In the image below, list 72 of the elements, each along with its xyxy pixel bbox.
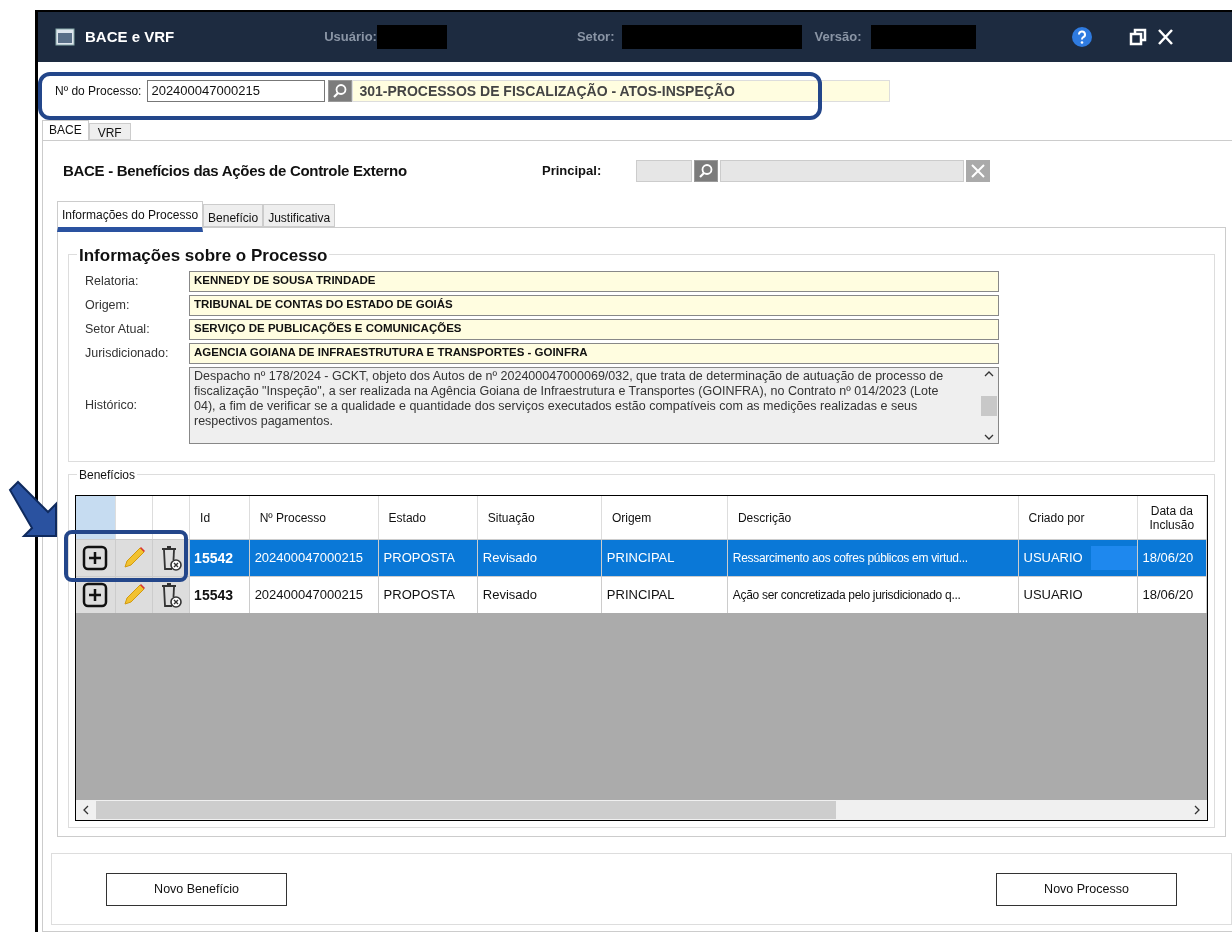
field-label: Origem:	[85, 296, 131, 314]
info-field: KENNEDY DE SOUSA TRINDADE	[189, 270, 999, 292]
table-row[interactable]: 15542 202400047000215 PROPOSTA Revisado PRINCIPAL Ressarcimento aos cofres públicos em virtud... USUARIO 18/06/20	[76, 539, 1207, 576]
table-cell-text: 202400047000215	[253, 586, 364, 605]
field-label: Jurisdicionado:	[85, 344, 170, 362]
process-number-label: Nº do Processo:	[55, 83, 142, 100]
close-icon[interactable]	[1157, 28, 1174, 46]
table-cell-text: PROPOSTA	[382, 549, 455, 568]
search-icon	[698, 163, 714, 179]
window-title: BACE e VRF	[85, 26, 175, 47]
action-button[interactable]: Novo Benefício	[106, 872, 287, 906]
table-cell-text: PRINCIPAL	[605, 549, 675, 568]
tab[interactable]: Informações do Processo	[57, 201, 204, 232]
tab[interactable]: VRF	[88, 123, 131, 140]
info-field: TRIBUNAL DE CONTAS DO ESTADO DE GOIÁS	[189, 294, 999, 316]
scroll-up-icon[interactable]	[984, 370, 994, 378]
tab[interactable]: Benefício	[203, 204, 264, 227]
field-label: Histórico:	[85, 397, 139, 415]
table-cell-text: 18/06/20	[1141, 586, 1194, 605]
table-cell-text: Revisado	[481, 549, 537, 568]
field-label: Setor Atual:	[85, 320, 151, 338]
close-icon	[971, 164, 985, 178]
action-button[interactable]: Novo Processo	[996, 872, 1177, 906]
trash-delete-icon[interactable]	[159, 581, 184, 609]
process-description-field: 301-PROCESSOS DE FISCALIZAÇÃO - ATOS-INSPEÇÃO	[352, 80, 891, 102]
principal-code-field[interactable]	[636, 160, 692, 182]
search-button[interactable]	[328, 80, 353, 102]
field-label: Relatoria:	[85, 272, 140, 290]
table-cell-text: PRINCIPAL	[605, 586, 675, 605]
header-cell	[76, 496, 116, 539]
table-cell-text: Revisado	[481, 586, 537, 605]
table-cell-text: PROPOSTA	[382, 586, 455, 605]
table-cell-text: USUARIO	[1022, 586, 1083, 605]
scroll-left-icon[interactable]	[82, 805, 90, 815]
info-field: AGENCIA GOIANA DE INFRAESTRUTURA E TRANSPORTES - GOINFRA	[189, 342, 999, 364]
app-window-icon	[55, 28, 75, 46]
search-button[interactable]	[694, 160, 718, 182]
tab[interactable]: BACE	[42, 120, 89, 140]
trash-delete-icon[interactable]	[159, 544, 184, 572]
process-number-field[interactable]: 202400047000215	[147, 80, 326, 102]
horizontal-scrollbar[interactable]	[76, 800, 1207, 820]
info-field: SERVIÇO DE PUBLICAÇÕES E COMUNICAÇÕES	[189, 318, 999, 340]
table-cell-text: 18/06/20	[1141, 549, 1194, 568]
table-cell-text: Ação ser concretizada pelo jurisdicionado q...	[731, 587, 961, 604]
scroll-down-icon[interactable]	[984, 433, 994, 441]
table-cell-text: 15542	[193, 548, 234, 568]
table-cell-text: Ressarcimento aos cofres públicos em virtud...	[731, 550, 968, 567]
principal-label: Principal:	[542, 162, 603, 181]
redaction-block	[1090, 546, 1137, 570]
table-cell-text: USUARIO	[1022, 549, 1083, 568]
restore-icon[interactable]	[1129, 28, 1148, 46]
scrollbar-thumb[interactable]	[96, 801, 836, 819]
table-row[interactable]: 15543 202400047000215 PROPOSTA Revisado PRINCIPAL Ação ser concretizada pelo jurisdicionado q... USUARIO 18/06/20	[76, 576, 1207, 613]
table-cell-text: 202400047000215	[253, 549, 364, 568]
help-icon[interactable]	[1071, 26, 1094, 48]
sector-label: Setor:	[576, 28, 615, 47]
history-text: Despacho nº 178/2024 - GCKT, objeto dos Autos de nº 202400047000069/032, que trata de determinação de autuação de processo de fiscalização "Inspeção", a ser realizada na Agência Goiana de Infraestrutura e Transportes (GOINFRA), no Contrato nº 014/2023 (Lote 04), a fim de verificar se a qualidade e quantidade dos serviços executados estão compatíveis com as medições realizadas e seus respectivos pagamentos.	[193, 368, 945, 429]
principal-name-field[interactable]	[720, 160, 964, 182]
plus-square-icon[interactable]	[82, 545, 109, 571]
search-icon	[332, 83, 349, 99]
tab[interactable]: Justificativa	[263, 204, 336, 227]
section-title: BACE - Benefícios das Ações de Controle Externo	[63, 160, 408, 181]
scroll-right-icon[interactable]	[1193, 805, 1201, 815]
table-cell-text: 15543	[193, 585, 234, 605]
scrollbar-thumb[interactable]	[981, 395, 997, 416]
plus-square-icon[interactable]	[82, 582, 109, 608]
user-label: Usuário:	[324, 28, 377, 47]
add-button[interactable]	[76, 540, 116, 576]
version-label: Versão:	[814, 28, 862, 47]
history-textarea[interactable]	[189, 367, 999, 444]
redaction-block	[376, 25, 447, 49]
delete-button[interactable]	[153, 577, 191, 613]
